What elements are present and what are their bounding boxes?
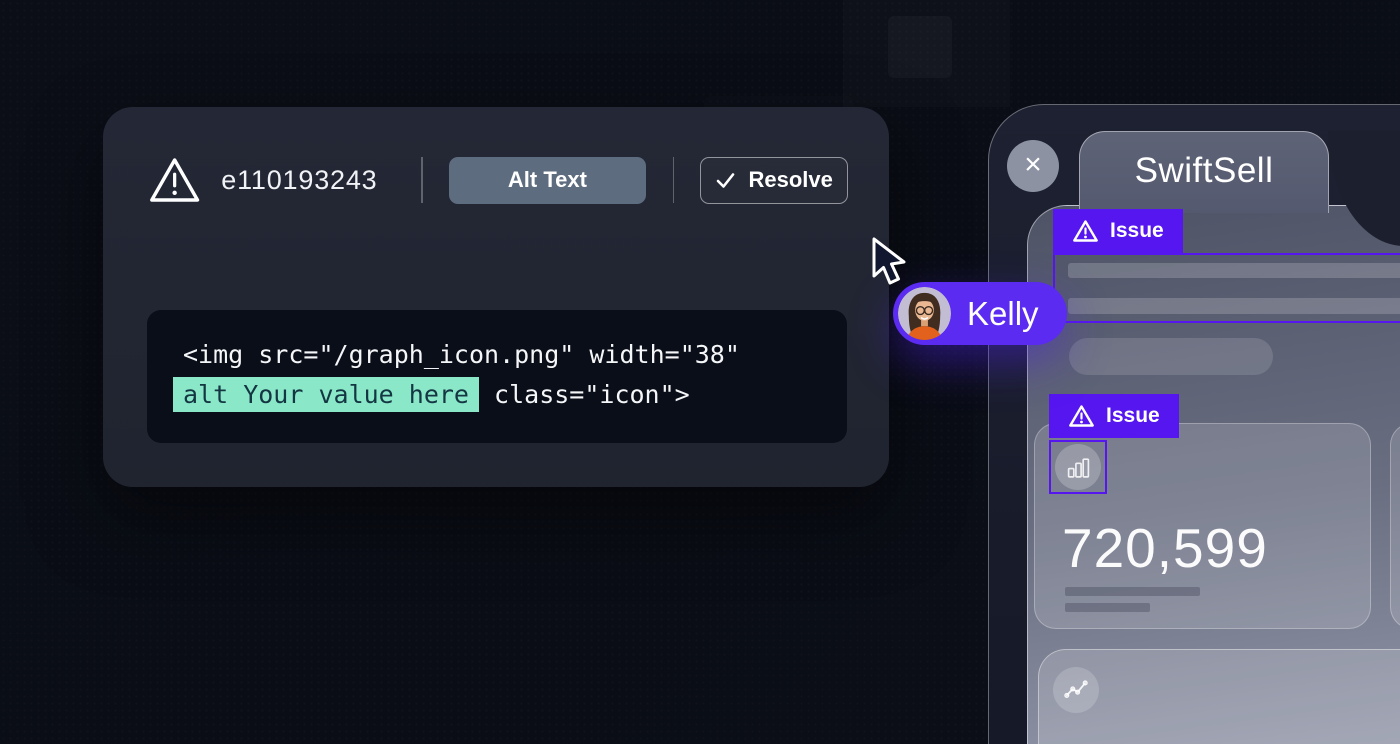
code-line-2: alt Your value here class="icon"> — [183, 375, 811, 415]
alt-text-button-label: Alt Text — [508, 167, 587, 193]
browser-tab[interactable]: SwiftSell — [1079, 131, 1329, 213]
bottom-panel — [1038, 649, 1400, 744]
close-button[interactable]: × — [1007, 140, 1059, 192]
metric-icon-circle — [1055, 444, 1101, 490]
metric-placeholder-bar — [1065, 587, 1200, 596]
code-line-2-rest: class="icon"> — [479, 380, 690, 409]
issue-badge-label: Issue — [1106, 404, 1160, 428]
resolve-button-label: Resolve — [748, 167, 832, 193]
stage: SwiftSell × Issue Issue 720,5 — [0, 0, 1400, 744]
close-icon: × — [1024, 150, 1042, 180]
bar-chart-icon — [1066, 455, 1091, 480]
page-title: SwiftSell — [1135, 151, 1274, 195]
issue-badge[interactable]: Issue — [1049, 394, 1179, 438]
code-line-1: <img src="/graph_icon.png" width="38" — [183, 335, 811, 375]
metric-placeholder-bar — [1065, 603, 1150, 612]
placeholder-bar — [1068, 298, 1400, 314]
issue-badge-label: Issue — [1110, 219, 1164, 243]
warning-triangle-icon — [148, 155, 201, 205]
resolve-button[interactable]: Resolve — [700, 157, 848, 204]
collaborator-name: Kelly — [967, 295, 1039, 333]
panel-icon-circle — [1053, 667, 1099, 713]
code-highlight[interactable]: alt Your value here — [173, 377, 479, 412]
check-icon — [715, 170, 736, 190]
background-shape — [888, 16, 952, 78]
metric-value: 720,599 — [1062, 516, 1268, 580]
warning-triangle-icon — [1072, 219, 1099, 243]
card-header: e110193243 Alt Text Resolve — [148, 156, 848, 204]
issue-detail-card: e110193243 Alt Text Resolve Suggested fi… — [103, 107, 889, 487]
line-chart-icon — [1063, 677, 1089, 703]
warning-triangle-icon — [1068, 404, 1095, 428]
code-block: <img src="/graph_icon.png" width="38" al… — [147, 310, 847, 443]
alt-text-button[interactable]: Alt Text — [449, 157, 646, 204]
app-window: SwiftSell × Issue Issue 720,5 — [988, 104, 1400, 744]
arrow-cursor-icon — [869, 237, 913, 294]
collaborator-pill: Kelly — [893, 282, 1067, 345]
issue-badge[interactable]: Issue — [1053, 209, 1183, 253]
side-card — [1390, 423, 1400, 629]
divider — [673, 157, 674, 203]
avatar — [898, 287, 951, 340]
divider — [421, 157, 422, 203]
issue-id: e110193243 — [221, 165, 377, 196]
placeholder-bar — [1068, 263, 1400, 278]
issue-element-outline — [1049, 440, 1107, 494]
placeholder-pill — [1069, 338, 1273, 375]
